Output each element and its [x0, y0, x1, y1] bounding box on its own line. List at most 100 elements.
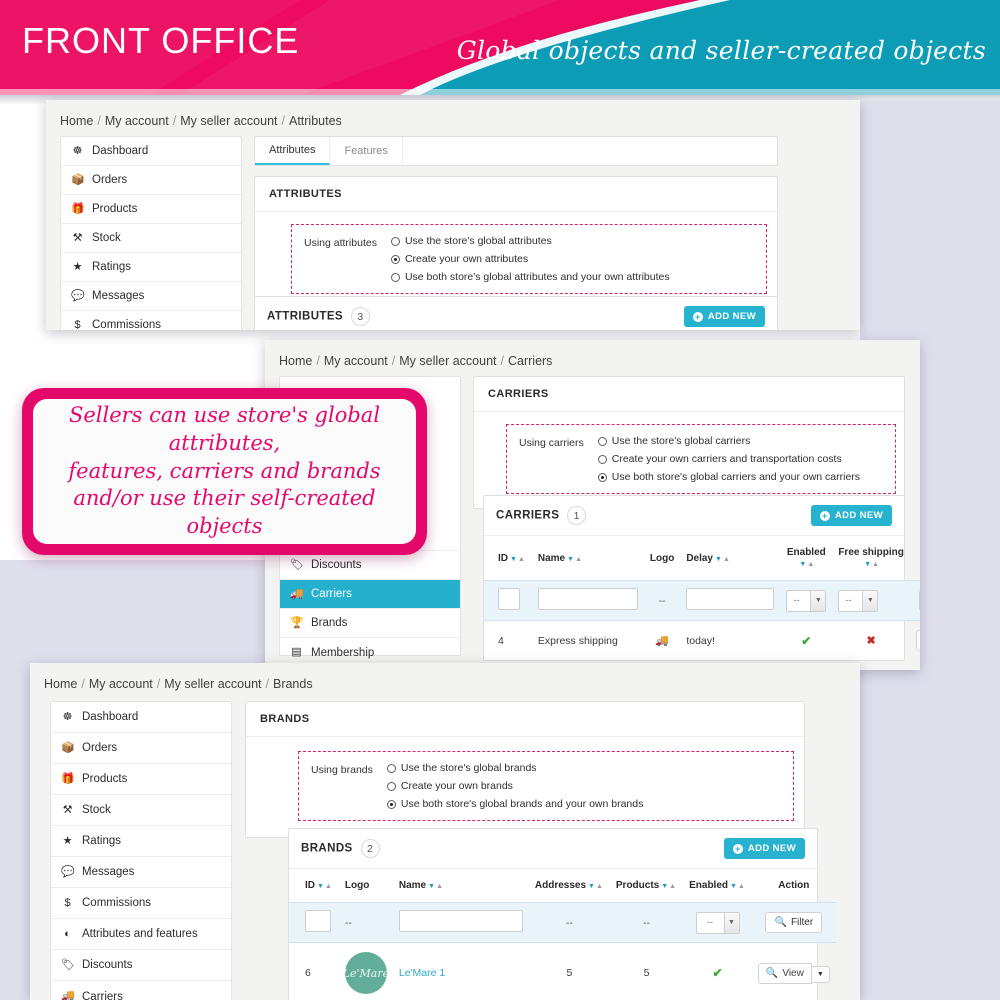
sort-icon[interactable]: ▼▲: [588, 883, 604, 890]
column-products[interactable]: Products ▼▲: [610, 869, 683, 903]
breadcrumb-item-my-account[interactable]: My account: [324, 354, 388, 368]
breadcrumb-item-my-seller-account[interactable]: My seller account: [164, 677, 261, 691]
sidebar-item-messages[interactable]: 💬 Messages: [61, 282, 241, 311]
filter-button[interactable]: 🔍Filter: [765, 912, 823, 933]
sort-icon[interactable]: ▼▲: [715, 556, 731, 563]
filter-free-shipping-select[interactable]: -- ▼: [838, 589, 879, 612]
filter-button[interactable]: 🔍Filter: [919, 590, 920, 611]
filter-id-input[interactable]: [305, 910, 331, 932]
sidebar-item-label: Ratings: [82, 835, 121, 847]
card-attributes: ATTRIBUTES Using attributes Use the stor…: [254, 176, 778, 309]
radio-use-both-brands[interactable]: Use both store's global brands and your …: [386, 798, 643, 810]
table-row[interactable]: 4 Express shipping 🚚 today! ✔ ✖ ✎Edit▼: [484, 621, 920, 661]
sidebar-item-discounts[interactable]: 🏷 Discounts: [51, 950, 231, 981]
sidebar-item-label: Commissions: [92, 319, 162, 330]
sort-icon[interactable]: ▼▲: [730, 883, 746, 890]
filter-name-input[interactable]: [537, 588, 638, 610]
chevron-down-icon: ▼: [862, 590, 878, 611]
table-row[interactable]: 6 Le'Mare Le'Mare 1 5 5 ✔ 🔍 View ▼: [289, 943, 836, 1000]
column-name[interactable]: Name ▼▲: [393, 869, 529, 903]
sidebar-item-orders[interactable]: 📦 Orders: [51, 733, 231, 764]
sort-icon[interactable]: ▼▲: [799, 561, 815, 568]
sidebar-item-label: Dashboard: [82, 711, 139, 723]
tag-icon: 🏷: [290, 558, 304, 571]
callout-box: Sellers can use store's global attribute…: [22, 388, 427, 555]
radio-create-own-attributes[interactable]: Create your own attributes: [390, 253, 670, 265]
sort-icon[interactable]: ▼▲: [661, 883, 677, 890]
add-new-carrier-button[interactable]: + ADD NEW: [810, 505, 892, 526]
breadcrumb-item-my-account[interactable]: My account: [89, 677, 153, 691]
breadcrumb-attributes: Home / My account / My seller account / Attrib…: [60, 114, 342, 128]
sidebar-item-dashboard[interactable]: ☸ Dashboard: [51, 702, 231, 733]
sidebar-item-attributes-and-features[interactable]: ◐ Attributes and features: [51, 919, 231, 950]
filter-enabled-select[interactable]: -- ▼: [695, 911, 740, 934]
radio-use-global-brands[interactable]: Use the store's global brands: [386, 762, 643, 774]
radio-use-both-carriers[interactable]: Use both store's global carriers and you…: [597, 471, 861, 483]
table-header-row: ID ▼▲ Logo Name ▼▲ Addresses ▼▲ Products ▼▲ …: [289, 869, 836, 903]
column-id[interactable]: ID ▼▲: [484, 536, 532, 581]
sidebar-item-brands[interactable]: 🏆 Brands: [280, 609, 460, 638]
card-brands-list: BRANDS 2 + ADD NEW ID ▼▲ Logo Name ▼▲ Addres…: [288, 828, 836, 1000]
view-button[interactable]: 🔍 View: [757, 962, 812, 984]
sort-icon[interactable]: ▼▲: [317, 883, 333, 890]
sidebar-item-label: Stock: [92, 232, 121, 244]
column-name[interactable]: Name ▼▲: [532, 536, 644, 581]
column-logo: Logo: [649, 552, 675, 564]
radio-label: Use both store's global carriers and you…: [611, 471, 861, 483]
column-id[interactable]: ID ▼▲: [289, 869, 339, 903]
sort-icon[interactable]: ▼▲: [567, 556, 583, 563]
sidebar-item-commissions[interactable]: $ Commissions: [51, 888, 231, 919]
column-enabled[interactable]: Enabled ▼▲: [683, 869, 752, 903]
sidebar-item-discounts[interactable]: 🏷 Discounts: [280, 551, 460, 580]
cell-delay: today!: [686, 634, 715, 647]
sidebar-item-carriers[interactable]: 🚚 Carriers: [51, 981, 231, 1000]
sidebar-item-commissions[interactable]: $ Commissions: [61, 311, 241, 330]
sidebar-item-stock[interactable]: ⚒ Stock: [51, 795, 231, 826]
tab-features[interactable]: Features: [330, 137, 403, 165]
radio-create-own-carriers[interactable]: Create your own carriers and transportat…: [597, 453, 860, 465]
sidebar-item-stock[interactable]: ⚒ Stock: [61, 224, 241, 253]
breadcrumb-item-my-seller-account[interactable]: My seller account: [399, 354, 496, 368]
sidebar-item-ratings[interactable]: ★ Ratings: [61, 253, 241, 282]
breadcrumb-item-current: Carriers: [507, 354, 553, 368]
sidebar-item-carriers[interactable]: 🚚 Carriers: [280, 580, 460, 609]
sidebar-item-ratings[interactable]: ★ Ratings: [51, 826, 231, 857]
radio-use-global-attributes[interactable]: Use the store's global attributes: [390, 235, 670, 247]
sort-icon[interactable]: ▼▲: [510, 556, 526, 563]
dollar-icon: $: [64, 896, 71, 909]
filter-name-input[interactable]: [398, 910, 523, 932]
column-delay[interactable]: Delay ▼▲: [680, 536, 780, 581]
add-new-brand-button[interactable]: + ADD NEW: [723, 838, 805, 859]
sidebar-item-products[interactable]: 🎁 Products: [51, 764, 231, 795]
column-addresses[interactable]: Addresses ▼▲: [529, 869, 610, 903]
sort-icon[interactable]: ▼▲: [428, 883, 444, 890]
sidebar-item-orders[interactable]: 📦 Orders: [61, 166, 241, 195]
filter-enabled-select[interactable]: -- ▼: [786, 589, 827, 612]
row-actions-caret[interactable]: ▼: [811, 965, 830, 983]
breadcrumb-item-my-account[interactable]: My account: [105, 114, 169, 128]
filter-id-input[interactable]: [498, 588, 520, 610]
column-enabled[interactable]: Enabled ▼▲: [780, 536, 832, 581]
tab-attributes[interactable]: Attributes: [255, 137, 331, 165]
sidebar-item-products[interactable]: 🎁 Products: [61, 195, 241, 224]
sidebar-item-dashboard[interactable]: ☸ Dashboard: [61, 137, 241, 166]
sort-icon[interactable]: ▼▲: [864, 561, 880, 568]
card-carriers: CARRIERS Using carriers Use the store's …: [473, 376, 905, 509]
radio-use-both-attributes[interactable]: Use both store's global attributes and y…: [390, 271, 670, 283]
radio-indicator: [597, 472, 607, 482]
carriers-option-label: Using carriers: [519, 437, 584, 449]
edit-button[interactable]: ✎Edit: [915, 630, 920, 651]
breadcrumb-item-home[interactable]: Home: [60, 114, 93, 128]
breadcrumb-item-home[interactable]: Home: [44, 677, 77, 691]
cell-name-link[interactable]: Le'Mare 1: [399, 967, 445, 979]
filter-delay-input[interactable]: [686, 588, 775, 610]
breadcrumb-item-my-seller-account[interactable]: My seller account: [180, 114, 277, 128]
sidebar-item-messages[interactable]: 💬 Messages: [51, 857, 231, 888]
column-free-shipping[interactable]: Free shipping ▼▲: [832, 536, 910, 581]
add-new-attribute-button[interactable]: + ADD NEW: [683, 306, 765, 327]
radio-create-own-brands[interactable]: Create your own brands: [386, 780, 643, 792]
cell-addresses: 5: [566, 967, 573, 979]
breadcrumb-item-home[interactable]: Home: [279, 354, 312, 368]
radio-use-global-carriers[interactable]: Use the store's global carriers: [597, 435, 860, 447]
trophy-icon: 🏆: [290, 616, 304, 629]
